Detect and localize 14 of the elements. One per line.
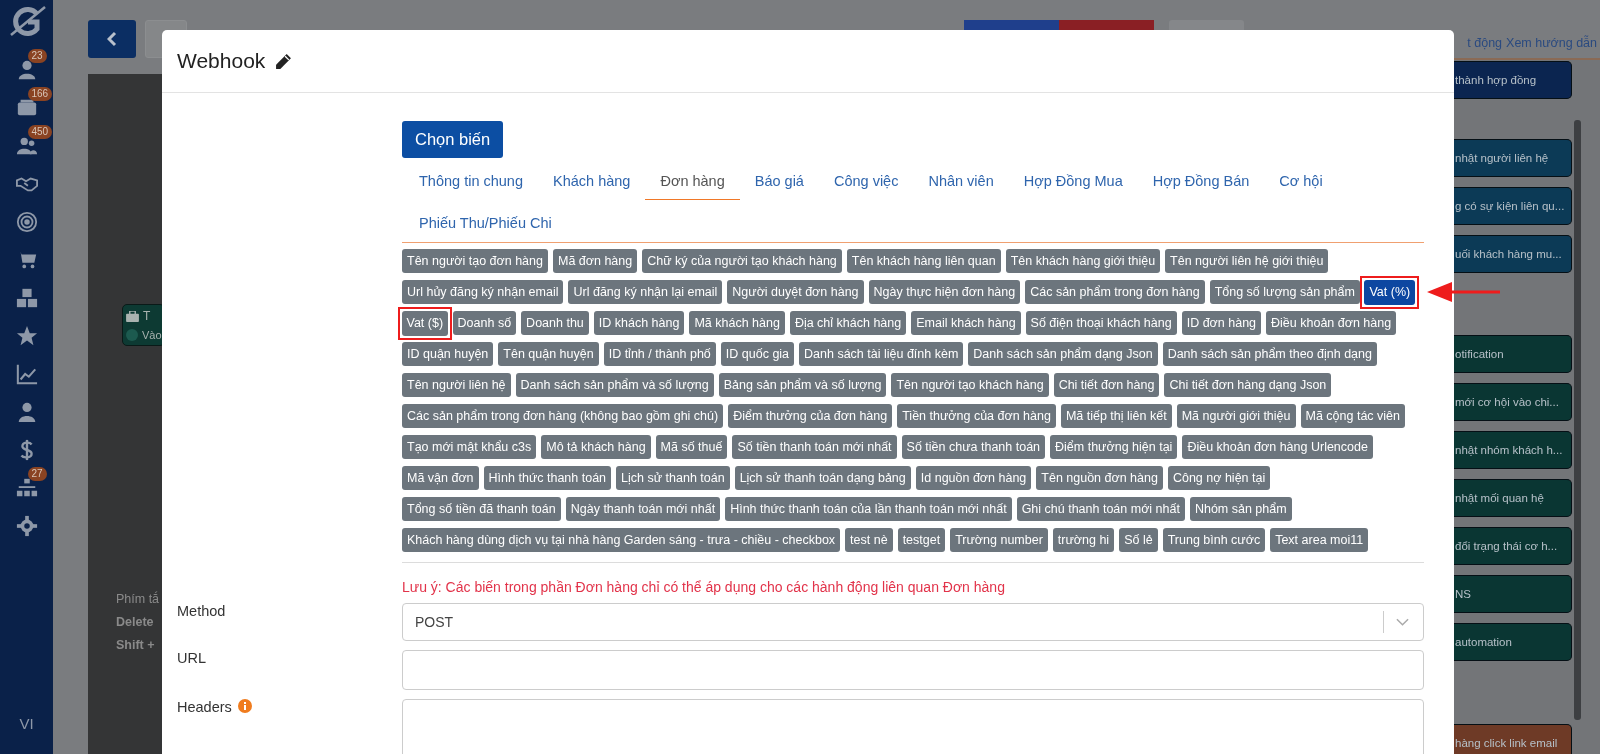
field-label: Headers	[177, 699, 232, 715]
shortcut-hint: Shift +	[116, 638, 156, 652]
node-subtitle: Vào	[142, 329, 162, 341]
node-title: T	[143, 309, 151, 323]
count-badge: 450	[27, 125, 53, 139]
count-badge: 27	[27, 467, 47, 481]
shortcut-hint: Delete	[116, 615, 155, 629]
dialog-title: Webhook	[177, 49, 266, 73]
count-badge: 23	[27, 49, 47, 63]
field-label: URL	[177, 650, 206, 666]
count-badge: 166	[27, 87, 53, 101]
field-label: Method	[177, 603, 226, 619]
note-text: Lưu ý: Các biến trong phần Đơn hàng chỉ có thể áp dụng cho các hành động liên quan Đơn hàng	[402, 578, 1006, 597]
shortcut-hint: Phím tắ	[116, 592, 160, 606]
